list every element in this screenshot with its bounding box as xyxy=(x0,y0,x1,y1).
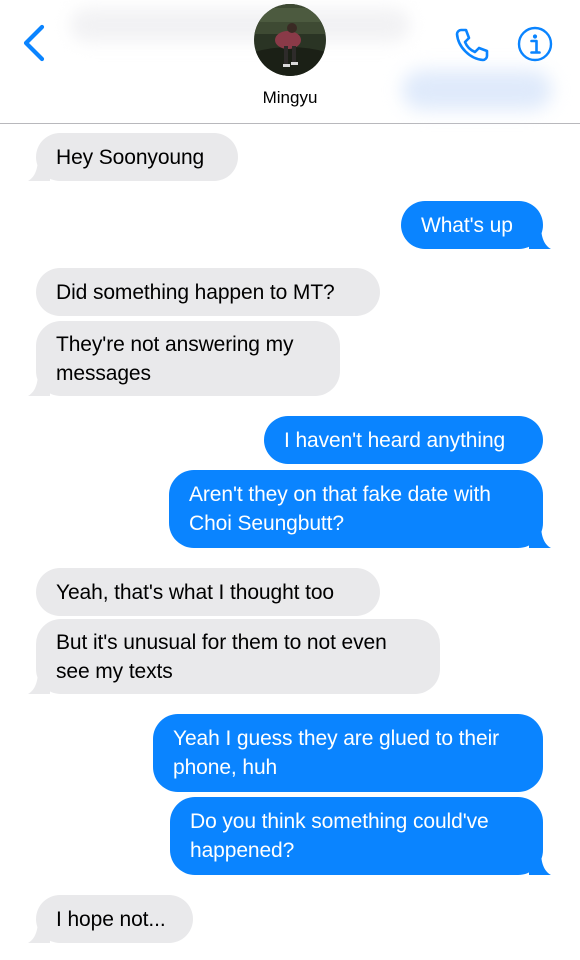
message-text: I haven't heard anything xyxy=(284,428,506,452)
bubble-tail xyxy=(529,524,551,548)
bubble-tail xyxy=(28,919,50,943)
received-message[interactable]: Yeah, that's what I thought too xyxy=(36,568,380,616)
message-text: Aren't they on that fake date with Choi … xyxy=(189,483,491,535)
message-text: They're not answering my messages xyxy=(56,332,294,385)
sent-message[interactable]: Do you think something could've happened… xyxy=(170,797,551,875)
sent-message[interactable]: Yeah I guess they are glued to their pho… xyxy=(153,714,543,792)
bubble-tail xyxy=(28,670,50,694)
bubble-tail xyxy=(28,372,50,396)
conversation-header: Mingyu xyxy=(0,0,580,124)
sent-message[interactable]: What's up xyxy=(401,201,551,249)
sent-message[interactable]: I haven't heard anything xyxy=(264,416,543,464)
received-message[interactable]: I hope not... xyxy=(28,895,193,943)
avatar[interactable] xyxy=(254,4,326,76)
sent-message[interactable]: Aren't they on that fake date with Choi … xyxy=(169,470,551,548)
bubble-tail xyxy=(28,157,50,181)
chevron-left-icon xyxy=(23,24,45,62)
message-text: Yeah, that's what I thought too xyxy=(56,580,335,604)
message-text: Yeah I guess they are glued to their pho… xyxy=(173,727,500,779)
message-text: Do you think something could've happened… xyxy=(190,810,489,862)
bubble-tail xyxy=(529,225,551,249)
contact-name[interactable]: Mingyu xyxy=(190,88,390,108)
message-text: But it's unusual for them to not even se… xyxy=(56,630,387,683)
received-message[interactable]: Did something happen to MT? xyxy=(36,268,380,316)
blurred-region xyxy=(70,8,410,42)
message-text: Did something happen to MT? xyxy=(56,280,335,304)
message-text: Hey Soonyoung xyxy=(56,145,205,169)
message-text: I hope not... xyxy=(56,907,166,931)
contact-photo xyxy=(254,4,326,76)
message-text: What's up xyxy=(421,213,513,237)
info-button[interactable] xyxy=(516,25,554,63)
info-icon xyxy=(517,26,553,62)
phone-icon xyxy=(455,28,489,62)
blurred-region xyxy=(402,70,552,110)
received-message[interactable]: But it's unusual for them to not even se… xyxy=(28,619,440,694)
received-message[interactable]: They're not answering my messages xyxy=(28,321,340,396)
back-button[interactable] xyxy=(18,24,52,62)
call-button[interactable] xyxy=(453,24,493,64)
received-message[interactable]: Hey Soonyoung xyxy=(28,133,238,181)
bubble-tail xyxy=(529,851,551,875)
